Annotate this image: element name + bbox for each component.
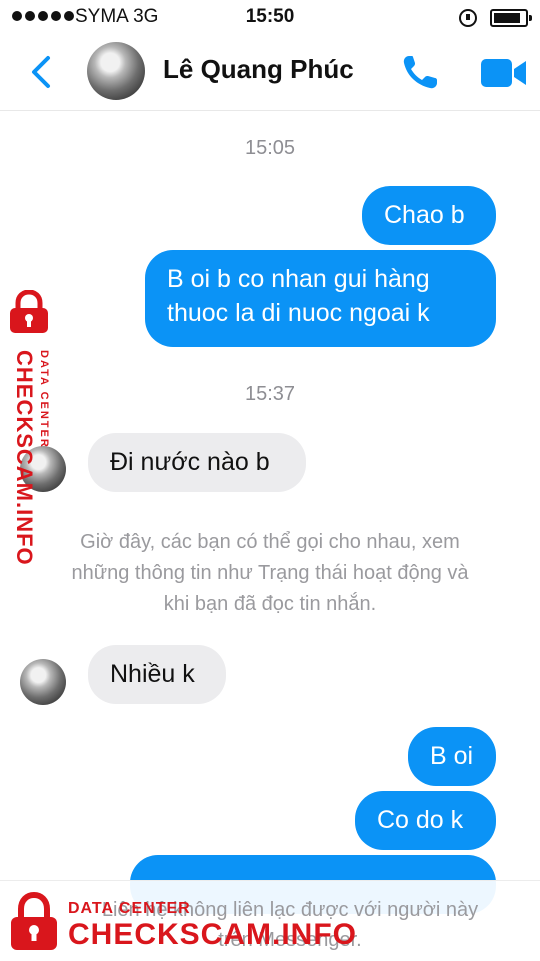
message-text: Nhiều k <box>110 660 195 688</box>
status-bar: SYMA 3G 15:50 <box>0 0 540 34</box>
padlock-icon <box>10 290 48 333</box>
incoming-message-bubble[interactable]: Đi nước nào b <box>88 433 306 492</box>
outgoing-message-bubble[interactable]: B oi b co nhan gui hàng thuoc la di nuoc… <box>145 250 496 347</box>
messenger-notice: Giờ đây, các bạn có thể gọi cho nhau, xe… <box>0 527 540 620</box>
contact-name[interactable]: Lê Quang Phúc <box>163 54 354 85</box>
back-chevron-icon[interactable] <box>26 52 58 92</box>
watermark-brand: CHECKSCAM.INFO <box>68 918 357 951</box>
message-text: B oi <box>430 742 474 770</box>
rotation-lock-icon <box>459 9 477 27</box>
contact-avatar[interactable] <box>87 42 145 100</box>
notice-line: những thông tin như Trạng thái hoạt động… <box>71 562 469 584</box>
battery-icon <box>490 9 532 27</box>
message-timestamp: 15:05 <box>244 137 296 159</box>
battery-level-fill <box>494 13 520 23</box>
notice-line: Giờ đây, các bạn có thể gọi cho nhau, xe… <box>80 531 460 553</box>
message-text: Chao b <box>384 201 465 229</box>
outgoing-message-bubble[interactable]: Chao b <box>362 186 496 245</box>
notice-line: khi bạn đã đọc tin nhắn. <box>163 593 377 615</box>
sender-avatar[interactable] <box>20 659 66 705</box>
incoming-message-bubble[interactable]: Nhiều k <box>88 645 226 704</box>
watermark-bottom: DATA CENTER CHECKSCAM.INFO <box>0 888 356 960</box>
phone-icon[interactable] <box>400 52 442 92</box>
watermark-subtitle: DATA CENTER <box>68 900 191 917</box>
watermark-subtitle: DATA CENTER <box>38 350 50 449</box>
message-text-line: thuoc la di nuoc ngoai k <box>167 299 430 327</box>
message-text-line: B oi b co nhan gui hàng <box>167 265 430 293</box>
message-timestamp: 15:37 <box>244 383 296 405</box>
video-camera-icon[interactable] <box>480 56 528 90</box>
conversation-header: Lê Quang Phúc <box>0 34 540 111</box>
watermark-side: CHECKSCAM.INFO DATA CENTER <box>2 290 58 566</box>
watermark-brand: CHECKSCAM.INFO <box>12 350 37 566</box>
message-text: Co do k <box>377 806 464 834</box>
padlock-icon <box>11 892 57 950</box>
message-text: Đi nước nào b <box>110 448 270 476</box>
outgoing-message-bubble[interactable]: B oi <box>408 727 496 786</box>
outgoing-message-bubble[interactable]: Co do k <box>355 791 496 850</box>
